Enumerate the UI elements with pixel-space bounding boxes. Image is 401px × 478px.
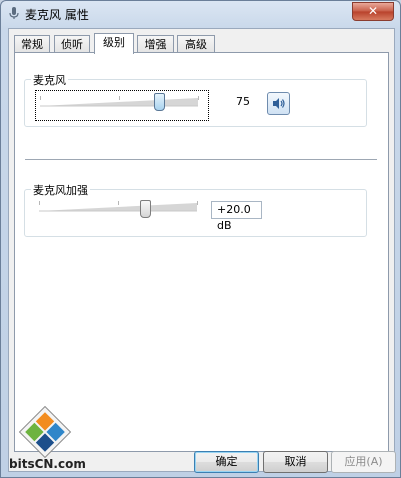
microphone-label: 麦克风 (31, 72, 68, 88)
microphone-boost-group: 麦克风加强 +20.0 dB (24, 182, 367, 237)
window-title: 麦克风 属性 (25, 8, 89, 22)
levels-panel: 麦克风 75 麦克风加强 +20.0 dB (14, 52, 389, 452)
tab-label: 侦听 (61, 38, 83, 51)
slider-tick (119, 96, 120, 100)
microphone-icon (9, 7, 19, 19)
title-bar[interactable]: 麦克风 属性 ✕ (1, 1, 400, 27)
cancel-button[interactable]: 取消 (263, 451, 328, 473)
slider-tick (39, 201, 40, 205)
microphone-level-value: 75 (236, 95, 250, 108)
tab-advanced[interactable]: 高级 (177, 35, 215, 53)
close-icon: ✕ (367, 4, 379, 18)
slider-tick (40, 96, 41, 100)
ok-button-label: 确定 (215, 455, 238, 468)
tab-enhancements[interactable]: 增强 (137, 35, 174, 53)
cancel-button-label: 取消 (284, 455, 307, 468)
tab-label: 高级 (185, 38, 207, 51)
slider-tick (197, 201, 198, 205)
boost-slider-thumb[interactable] (139, 200, 151, 218)
watermark-text: bitsCN.com (9, 457, 86, 471)
apply-button[interactable]: 应用(A) (331, 451, 396, 473)
tab-label: 增强 (144, 38, 167, 51)
boost-slider[interactable] (35, 196, 207, 225)
ok-button[interactable]: 确定 (194, 451, 259, 473)
microphone-slider-thumb[interactable] (153, 93, 165, 111)
mute-button[interactable] (267, 92, 290, 115)
tab-label: 常规 (21, 38, 43, 51)
tab-listen[interactable]: 侦听 (54, 35, 90, 53)
close-button[interactable]: ✕ (352, 2, 394, 21)
speaker-icon (273, 98, 285, 109)
microphone-slider[interactable] (35, 90, 209, 121)
apply-button-label: 应用(A) (344, 455, 383, 468)
tab-label: 级别 (103, 36, 125, 49)
divider (25, 159, 377, 160)
slider-tick (198, 96, 199, 100)
slider-tick (118, 201, 119, 205)
boost-slider-track (39, 203, 197, 212)
microphone-slider-track (40, 98, 198, 107)
tab-levels[interactable]: 级别 (94, 33, 134, 54)
boost-value-box: +20.0 dB (211, 201, 262, 232)
properties-window: 麦克风 属性 ✕ 常规 侦听 级别 增强 高级 麦克风 75 麦克风加强 +20… (0, 0, 401, 478)
tab-general[interactable]: 常规 (14, 35, 50, 53)
microphone-group: 麦克风 75 (24, 72, 367, 127)
boost-value: +20.0 dB (217, 203, 251, 232)
